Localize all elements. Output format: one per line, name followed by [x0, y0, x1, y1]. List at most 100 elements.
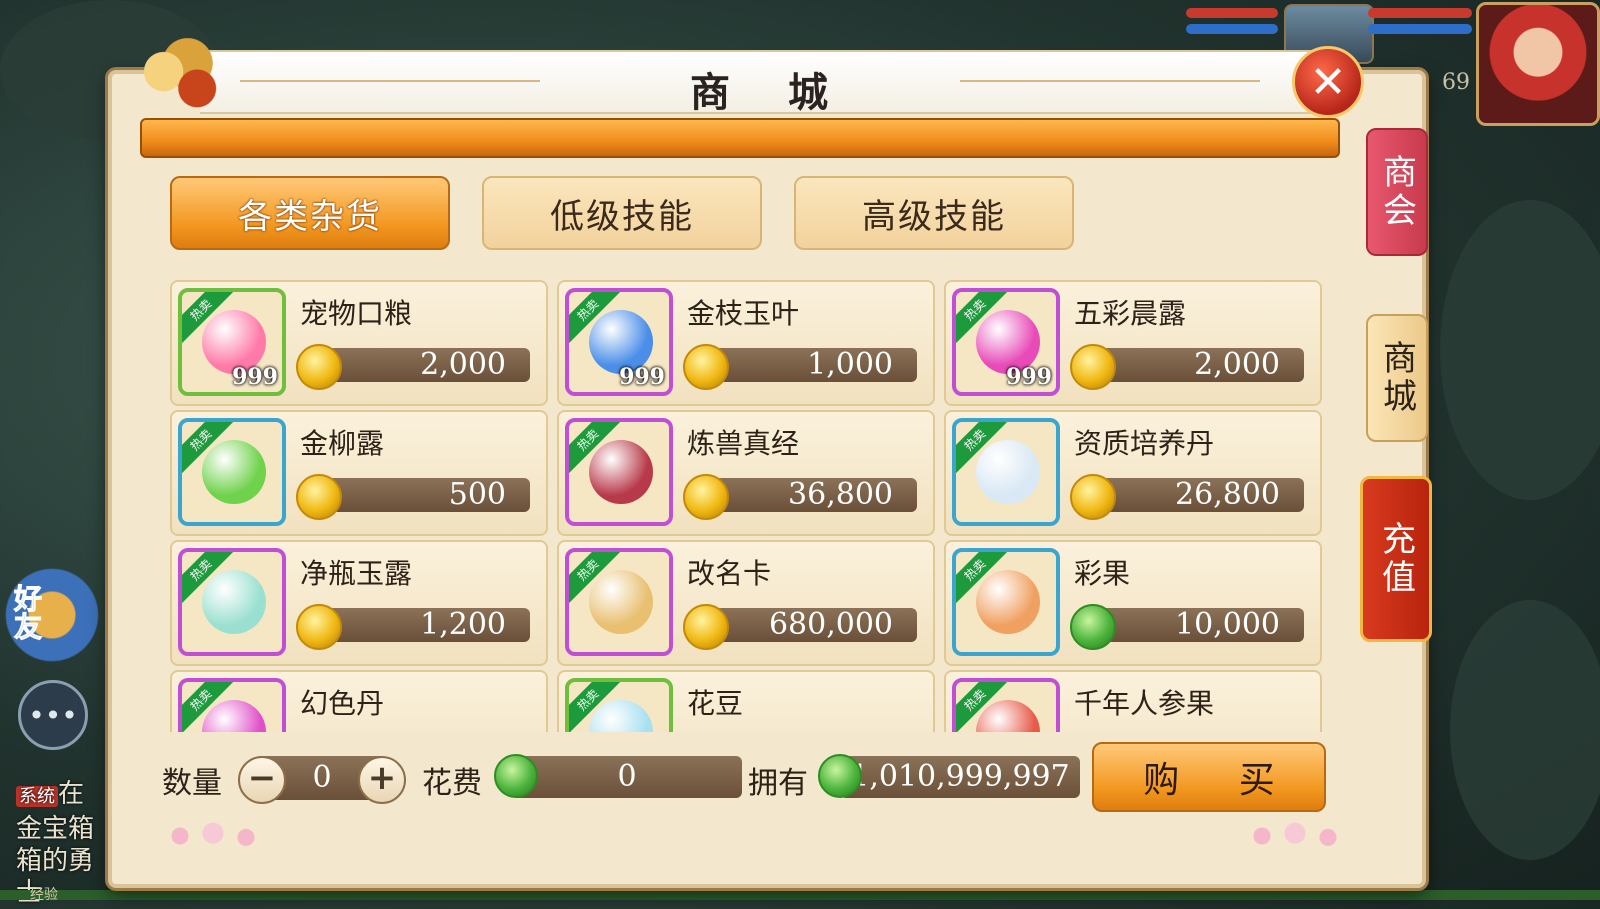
item-price: 1,200: [420, 607, 506, 642]
jade-coin-icon: [1070, 604, 1116, 650]
pet-mp-bar: [1186, 24, 1278, 34]
item-stock-count: 999: [619, 364, 665, 390]
item-card[interactable]: 热卖 炼兽真经 36,800: [557, 410, 935, 536]
jade-coin-icon: [494, 754, 538, 798]
item-icon-frame: 热卖: [178, 418, 286, 526]
buy-button[interactable]: 购 买: [1092, 742, 1326, 812]
item-card[interactable]: 热卖 千年人参果: [944, 670, 1322, 732]
item-price-bar: 36,800: [701, 478, 917, 512]
item-name: 花豆: [687, 687, 744, 720]
friends-button[interactable]: 好友: [0, 560, 104, 670]
exp-label: 经验: [30, 887, 58, 903]
item-name: 宠物口粮: [300, 297, 413, 330]
item-grid[interactable]: 热卖 999 宠物口粮 2,000 热卖 999 金枝玉叶 1,000 热卖 999 五彩晨露 2,0…: [170, 280, 1330, 732]
item-icon-frame: 热卖: [565, 678, 673, 732]
item-icon-frame: 热卖: [952, 678, 1060, 732]
tab-recharge[interactable]: 充值: [1360, 476, 1432, 642]
item-price-bar: 680,000: [701, 608, 917, 642]
item-price: 26,800: [1175, 477, 1280, 512]
tab-advanced-skills[interactable]: 高级技能: [794, 176, 1074, 250]
gold-coin-icon: [1070, 474, 1116, 520]
player-avatar[interactable]: [1476, 2, 1600, 126]
minus-button[interactable]: −: [238, 756, 286, 804]
close-button[interactable]: ✕: [1292, 46, 1364, 118]
gold-coin-icon: [296, 474, 342, 520]
item-name: 炼兽真经: [687, 427, 800, 460]
item-name: 净瓶玉露: [300, 557, 413, 590]
item-card[interactable]: 热卖 改名卡 680,000: [557, 540, 935, 666]
quantity-value[interactable]: 0: [282, 756, 362, 800]
plus-button[interactable]: +: [358, 756, 406, 804]
tab-groceries[interactable]: 各类杂货: [170, 176, 450, 250]
item-name: 资质培养丹: [1074, 427, 1215, 460]
system-tag: 系统: [16, 786, 58, 807]
item-icon-frame: 热卖: [178, 548, 286, 656]
quantity-label: 数量: [162, 766, 222, 801]
item-price: 36,800: [788, 477, 893, 512]
own-label: 拥有: [748, 766, 808, 801]
item-icon: [202, 570, 266, 634]
gold-coin-icon: [683, 344, 729, 390]
item-stock-count: 999: [232, 364, 278, 390]
title-bar: 商 城: [200, 50, 1340, 116]
jade-coin-icon: [818, 754, 862, 798]
item-price-bar: 2,000: [314, 348, 530, 382]
own-value: 1,010,999,997: [840, 756, 1080, 798]
player-level: 69: [1442, 70, 1470, 95]
item-name: 千年人参果: [1074, 687, 1215, 720]
item-icon-frame: 热卖: [565, 548, 673, 656]
cost-value: 0: [512, 756, 742, 798]
tab-guild[interactable]: 商会: [1366, 128, 1428, 256]
item-price: 1,000: [807, 347, 893, 382]
player-mp-bar: [1368, 24, 1472, 34]
gold-coin-icon: [296, 344, 342, 390]
item-icon: [202, 440, 266, 504]
item-price-bar: 26,800: [1088, 478, 1304, 512]
item-card[interactable]: 热卖 金柳露 500: [170, 410, 548, 536]
item-card[interactable]: 热卖 幻色丹: [170, 670, 548, 732]
item-card[interactable]: 热卖 999 五彩晨露 2,000: [944, 280, 1322, 406]
chat-icon[interactable]: •••: [18, 680, 88, 750]
horse-cart-icon: [130, 38, 226, 122]
item-icon-frame: 热卖: [565, 418, 673, 526]
item-name: 五彩晨露: [1074, 297, 1187, 330]
item-price-bar: 2,000: [1088, 348, 1304, 382]
item-price: 500: [448, 477, 506, 512]
item-icon: [589, 570, 653, 634]
item-icon-frame: 热卖 999: [178, 288, 286, 396]
item-name: 金枝玉叶: [687, 297, 800, 330]
item-icon-frame: 热卖: [178, 678, 286, 732]
item-price-bar: 1,000: [701, 348, 917, 382]
item-name: 幻色丹: [300, 687, 385, 720]
item-name: 改名卡: [687, 557, 772, 590]
item-card[interactable]: 热卖 999 宠物口粮 2,000: [170, 280, 548, 406]
friends-label: 好友: [10, 584, 44, 641]
item-icon-frame: 热卖 999: [565, 288, 673, 396]
blossom-decoration: [1240, 822, 1350, 850]
item-card[interactable]: 热卖 净瓶玉露 1,200: [170, 540, 548, 666]
cost-label: 花费: [422, 766, 482, 801]
item-price-bar: 10,000: [1088, 608, 1304, 642]
pet-hp-bar: [1186, 8, 1278, 18]
item-icon-frame: 热卖 999: [952, 288, 1060, 396]
tab-mall[interactable]: 商城: [1366, 314, 1428, 442]
page-title: 商 城: [690, 70, 850, 116]
item-card[interactable]: 热卖 彩果 10,000: [944, 540, 1322, 666]
item-price: 2,000: [1194, 347, 1280, 382]
item-card[interactable]: 热卖 花豆: [557, 670, 935, 732]
item-price: 680,000: [768, 607, 893, 642]
item-icon: [976, 570, 1040, 634]
exp-bar: 经验: [0, 887, 1600, 903]
gold-coin-icon: [683, 604, 729, 650]
scroll-rod-decoration: [140, 118, 1340, 158]
item-card[interactable]: 热卖 资质培养丹 26,800: [944, 410, 1322, 536]
item-card[interactable]: 热卖 999 金枝玉叶 1,000: [557, 280, 935, 406]
close-x-icon: ✕: [1309, 56, 1347, 108]
item-icon: [202, 700, 266, 732]
gold-coin-icon: [296, 604, 342, 650]
tab-basic-skills[interactable]: 低级技能: [482, 176, 762, 250]
item-price: 10,000: [1175, 607, 1280, 642]
item-icon: [589, 440, 653, 504]
item-name: 金柳露: [300, 427, 385, 460]
item-name: 彩果: [1074, 557, 1131, 590]
